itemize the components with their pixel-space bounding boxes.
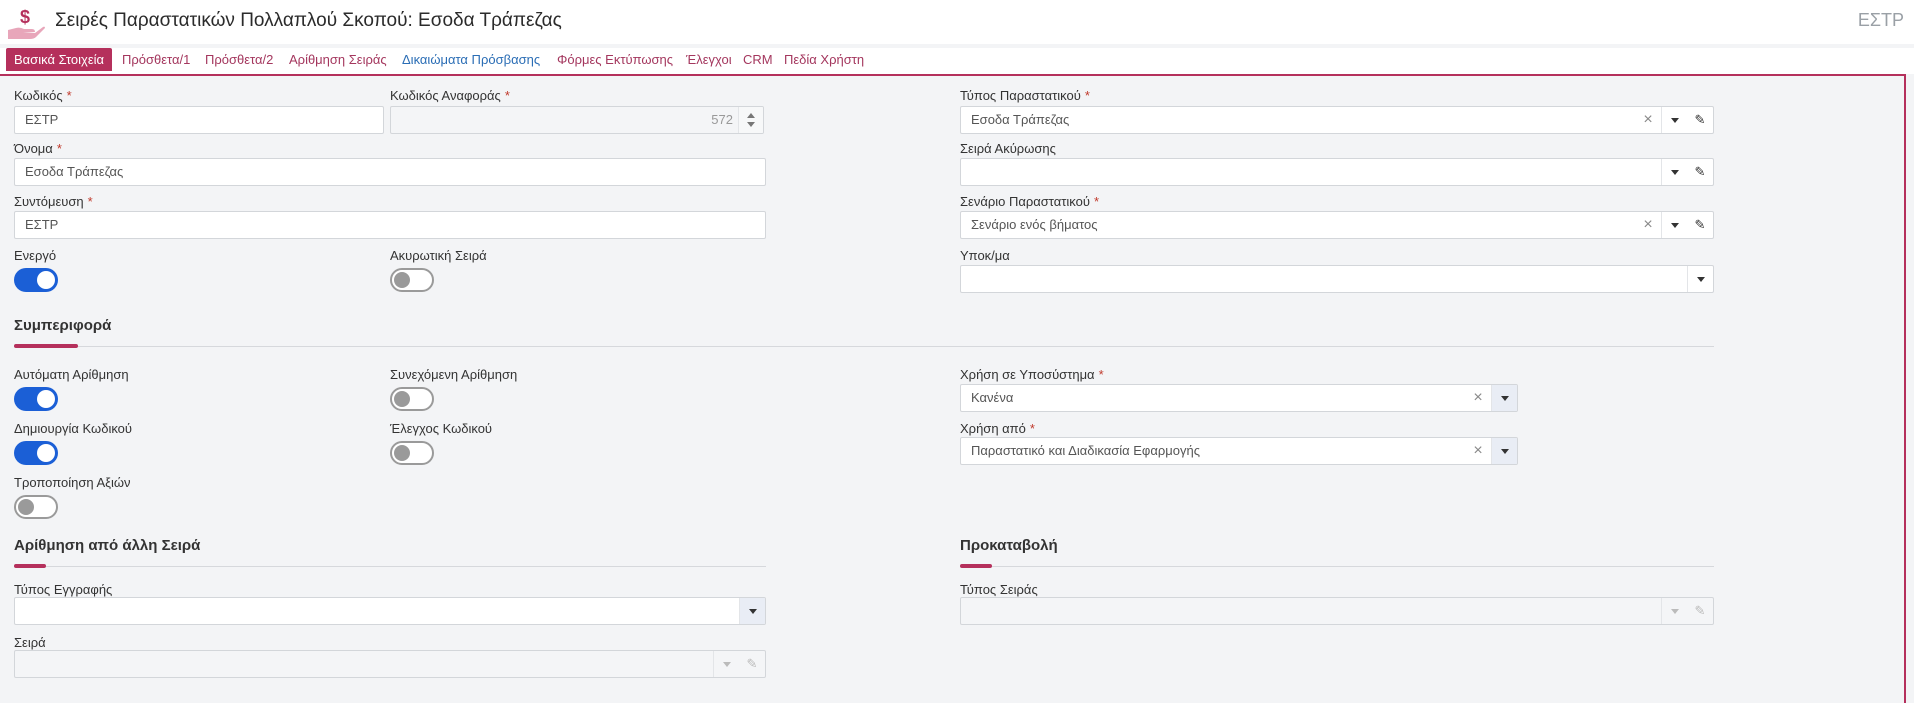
entry-type-label: Τύπος Εγγραφής [14, 582, 113, 597]
tab-additional-2[interactable]: Πρόσθετα/2 [205, 52, 273, 67]
section-divider [14, 346, 1714, 347]
clear-icon[interactable]: × [1635, 107, 1661, 133]
tab-crm[interactable]: CRM [743, 52, 773, 67]
tab-underline [0, 74, 1904, 76]
ref-code-input[interactable]: 572 [390, 106, 764, 134]
used-by-select[interactable]: Παραστατικό και Διαδικασία Εφαρμογής × [960, 437, 1518, 465]
active-toggle[interactable] [14, 268, 58, 292]
used-by-label: Χρήση από * [960, 421, 1035, 436]
cont-num-toggle[interactable] [390, 387, 434, 411]
hand-money-icon: $ [8, 7, 45, 39]
chevron-down-icon[interactable] [1661, 212, 1687, 238]
section-accent [14, 344, 78, 348]
create-code-toggle[interactable] [14, 441, 58, 465]
active-label: Ενεργό [14, 248, 57, 263]
number-spinner[interactable] [738, 107, 763, 133]
chevron-down-icon[interactable] [1661, 159, 1687, 185]
check-code-toggle[interactable] [390, 441, 434, 465]
section-accent [960, 564, 992, 568]
chevron-down-icon[interactable] [1661, 598, 1687, 624]
record-code: ΕΣΤΡ [1857, 10, 1904, 30]
clear-icon[interactable]: × [1465, 385, 1491, 411]
cancel-series-select[interactable]: ✎ [960, 158, 1714, 186]
edit-pencil-icon[interactable]: ✎ [739, 651, 765, 677]
tab-print-forms[interactable]: Φόρμες Εκτύπωσης [557, 52, 673, 67]
behavior-section-title: Συμπεριφορά [14, 317, 112, 334]
page-title: Σειρές Παραστατικών Πολλαπλού Σκοπού: Εσ… [55, 10, 562, 31]
branch-select[interactable] [960, 265, 1714, 293]
tab-checks[interactable]: Έλεγχοι [686, 52, 732, 67]
series-label: Σειρά [14, 635, 46, 650]
series-select[interactable]: ✎ [14, 650, 766, 678]
cont-num-label: Συνεχόμενη Αρίθμηση [390, 367, 518, 382]
modify-values-label: Τροποποίηση Αξιών [14, 475, 131, 490]
check-code-label: Έλεγχος Κωδικού [390, 421, 493, 436]
entry-type-select[interactable] [14, 597, 766, 625]
section-divider [960, 566, 1714, 567]
tab-access-rights[interactable]: Δικαιώματα Πρόσβασης [402, 52, 540, 67]
chevron-down-icon[interactable] [1491, 385, 1517, 411]
subsystem-select[interactable]: Κανένα × [960, 384, 1518, 412]
tab-bar: Βασικά Στοιχεία Πρόσθετα/1 Πρόσθετα/2 Αρ… [0, 48, 1914, 74]
code-label: Κωδικός * [14, 88, 72, 103]
chevron-down-icon[interactable] [1661, 107, 1687, 133]
section-divider [14, 566, 766, 567]
modify-values-toggle[interactable] [14, 495, 58, 519]
cancel-seq-toggle[interactable] [390, 268, 434, 292]
tab-basic-info[interactable]: Βασικά Στοιχεία [6, 48, 113, 71]
scenario-select[interactable]: Σενάριο ενός βήματος × ✎ [960, 211, 1714, 239]
code-input[interactable]: ΕΣΤΡ [14, 106, 384, 134]
edit-pencil-icon[interactable]: ✎ [1687, 159, 1713, 185]
doc-type-select[interactable]: Εσοδα Τράπεζας × ✎ [960, 106, 1714, 134]
other-numbering-section-title: Αρίθμηση από άλλη Σειρά [14, 537, 201, 554]
short-input[interactable]: ΕΣΤΡ [14, 211, 766, 239]
create-code-label: Δημιουργία Κωδικού [14, 421, 133, 436]
clear-icon[interactable]: × [1635, 212, 1661, 238]
svg-text:$: $ [20, 7, 30, 27]
scenario-label: Σενάριο Παραστατικού * [960, 194, 1100, 209]
edit-pencil-icon[interactable]: ✎ [1687, 598, 1713, 624]
edit-pencil-icon[interactable]: ✎ [1687, 107, 1713, 133]
series-type-label: Τύπος Σειράς [960, 582, 1038, 597]
spin-up-icon[interactable] [747, 113, 755, 118]
tab-user-fields[interactable]: Πεδία Χρήστη [784, 52, 864, 67]
name-input[interactable]: Εσοδα Τράπεζας [14, 158, 766, 186]
panel-border [1904, 74, 1906, 703]
clear-icon[interactable]: × [1465, 438, 1491, 464]
edit-pencil-icon[interactable]: ✎ [1687, 212, 1713, 238]
tab-series-numbering[interactable]: Αρίθμηση Σειράς [289, 52, 387, 67]
name-label: Όνομα * [14, 141, 62, 156]
ref-code-label: Κωδικός Αναφοράς * [390, 88, 510, 103]
subsystem-label: Χρήση σε Υποσύστημα * [960, 367, 1104, 382]
auto-num-label: Αυτόματη Αρίθμηση [14, 367, 129, 382]
cancel-series-label: Σειρά Ακύρωσης [960, 141, 1056, 156]
short-label: Συντόμευση * [14, 194, 93, 209]
branch-label: Υποκ/μα [960, 248, 1010, 263]
doc-type-label: Τύπος Παραστατικού * [960, 88, 1090, 103]
series-type-select[interactable]: ✎ [960, 597, 1714, 625]
title-bar: $ Σειρές Παραστατικών Πολλαπλού Σκοπού: … [0, 0, 1914, 44]
chevron-down-icon[interactable] [713, 651, 739, 677]
spin-down-icon[interactable] [747, 122, 755, 127]
section-accent [14, 564, 46, 568]
chevron-down-icon[interactable] [739, 598, 765, 624]
cancel-seq-label: Ακυρωτική Σειρά [390, 248, 487, 263]
chevron-down-icon[interactable] [1687, 266, 1713, 292]
tab-additional-1[interactable]: Πρόσθετα/1 [122, 52, 190, 67]
chevron-down-icon[interactable] [1491, 438, 1517, 464]
advance-section-title: Προκαταβολή [960, 537, 1058, 554]
auto-num-toggle[interactable] [14, 387, 58, 411]
